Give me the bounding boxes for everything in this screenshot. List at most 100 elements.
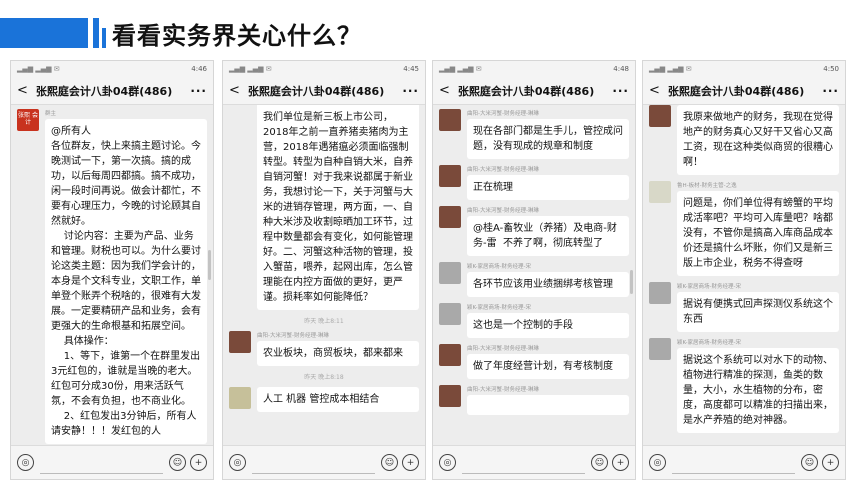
back-icon[interactable]: <: [17, 83, 28, 98]
voice-icon[interactable]: ◎: [229, 454, 246, 471]
slide-title: 看看实务界关心什么？: [112, 22, 362, 50]
more-icon[interactable]: ···: [190, 84, 207, 98]
message-input[interactable]: [252, 452, 375, 474]
voice-icon[interactable]: ◎: [17, 454, 34, 471]
chat-message: 曲阳-大米河蟹-财务经理-琳琳农业板块，商贸板块，都来都来: [229, 331, 419, 366]
message-input[interactable]: [462, 452, 585, 474]
avatar[interactable]: [229, 387, 251, 409]
message-bubble[interactable]: 据说这个系统可以对水下的动物、植物进行精准的探测，鱼类的数量，大小，水生植物的分…: [677, 348, 839, 433]
message-bubble[interactable]: 据说有便携式回声探测仪系统这个东西: [677, 292, 839, 332]
chat-message: 鲁H-板材-财务主管-之逸问题是，你们单位得有螃蟹的平均成活率吧？平均可入库量吧…: [649, 181, 839, 276]
sender-name: 曲阳-大米河蟹-财务经理-琳琳: [467, 208, 539, 214]
chat-messages[interactable]: 我原来做地产的财务，我现在觉得地产的财务真心又好干又省心又高工资，现在这种类似商…: [643, 101, 845, 445]
time-divider: 昨天 晚上8:11: [304, 318, 344, 325]
signal-icon: ▂▄▆ ▂▄▆ ✉: [17, 65, 60, 73]
chat-title: 张熙庭会计八卦04群(486): [35, 84, 173, 98]
status-time: 4:50: [823, 65, 839, 73]
chat-message: 颖K-家居商场-财务经理-宋 这也是一个控制的手段: [439, 303, 629, 338]
chat-message: 曲阳-大米河蟹-财务经理-琳琳: [439, 385, 629, 415]
message-bubble[interactable]: 现在各部门都是生手儿，管控成问题，没有现成的规章和制度: [467, 119, 629, 159]
message-bubble[interactable]: 农业板块，商贸板块，都来都来: [257, 341, 419, 366]
message-bubble[interactable]: 我们单位是新三板上市公司，2018年之前一直养猪卖猪肉为主营，2018年遇猪瘟必…: [257, 105, 419, 310]
back-icon[interactable]: <: [439, 83, 450, 98]
plus-icon[interactable]: +: [612, 454, 629, 471]
chat-message: 曲阳-大米河蟹-财务经理-琳琳现在各部门都是生手儿，管控成问题，没有现成的规章和…: [439, 109, 629, 159]
avatar[interactable]: 张熙 会计: [17, 109, 39, 131]
plus-icon[interactable]: +: [190, 454, 207, 471]
more-icon[interactable]: ···: [402, 84, 419, 98]
emoji-icon[interactable]: ☺: [591, 454, 608, 471]
message-bubble[interactable]: 各环节应该用业绩捆绑考核管理: [467, 272, 629, 297]
message-bubble[interactable]: 我原来做地产的财务，我现在觉得地产的财务真心又好干又省心又高工资，现在这种类似商…: [677, 105, 839, 175]
message-input[interactable]: [672, 452, 795, 474]
message-bubble[interactable]: 问题是，你们单位得有螃蟹的平均成活率吧？平均可入库量吧？啥都没有，不管你是搞高入…: [677, 191, 839, 276]
avatar[interactable]: [439, 109, 461, 131]
sender-name: 曲阳-大米河蟹-财务经理-琳琳: [467, 387, 539, 393]
status-bar: ▂▄▆ ▂▄▆ ✉ 4:45: [223, 61, 425, 77]
avatar[interactable]: [439, 165, 461, 187]
title-accent-bar: [0, 18, 88, 48]
avatar[interactable]: [439, 303, 461, 325]
avatar[interactable]: [439, 385, 461, 407]
chat-messages[interactable]: 曲阳-大米河蟹-财务经理-琳琳现在各部门都是生手儿，管控成问题，没有现成的规章和…: [433, 105, 635, 445]
status-bar: ▂▄▆ ▂▄▆ ✉ 4:50: [643, 61, 845, 77]
avatar[interactable]: [649, 181, 671, 203]
message-bubble[interactable]: 这也是一个控制的手段: [467, 313, 629, 338]
more-icon[interactable]: ···: [822, 84, 839, 98]
phone-screenshot: ▂▄▆ ▂▄▆ ✉ 4:45 < 张熙庭会计八卦04群(486) ··· 我们单…: [222, 60, 426, 480]
status-time: 4:45: [403, 65, 419, 73]
avatar[interactable]: [439, 206, 461, 228]
avatar[interactable]: [649, 282, 671, 304]
chat-message: 颖K-家居商场-财务经理-宋 各环节应该用业绩捆绑考核管理: [439, 262, 629, 297]
message-bubble[interactable]: @所有人 各位群友，快上来搞主题讨论。今晚测试一下，第一次搞。搞的成功，以后每周…: [45, 119, 207, 444]
plus-icon[interactable]: +: [402, 454, 419, 471]
back-icon[interactable]: <: [649, 83, 660, 98]
avatar[interactable]: [649, 338, 671, 360]
sender-name: 颖K-家居商场-财务经理-宋: [677, 340, 741, 346]
chat-messages[interactable]: 我们单位是新三板上市公司，2018年之前一直养猪卖猪肉为主营，2018年遇猪瘟必…: [223, 101, 425, 445]
input-bar: ◎ ☺ +: [11, 445, 213, 479]
sender-name: 鲁H-板材-财务主管-之逸: [677, 183, 737, 189]
sender-name: 群主: [45, 111, 57, 117]
message-bubble[interactable]: [467, 395, 629, 415]
chat-title: 张熙庭会计八卦04群(486): [247, 84, 385, 98]
phone-screenshot: ▂▄▆ ▂▄▆ ✉ 4:50 < 张熙庭会计八卦04群(486) ··· 我原来…: [642, 60, 846, 480]
emoji-icon[interactable]: ☺: [801, 454, 818, 471]
avatar[interactable]: [649, 105, 671, 127]
plus-icon[interactable]: +: [822, 454, 839, 471]
voice-icon[interactable]: ◎: [439, 454, 456, 471]
message-bubble[interactable]: 做了年度经营计划，有考核制度: [467, 354, 629, 379]
scrollbar[interactable]: [208, 250, 211, 280]
phone-screenshot: ▂▄▆ ▂▄▆ ✉ 4:46 < 张熙庭会计八卦04群(486) ··· 张熙 …: [10, 60, 214, 480]
chat-messages[interactable]: 张熙 会计 群主 @所有人 各位群友，快上来搞主题讨论。今晚测试一下，第一次搞。搞的…: [11, 105, 213, 445]
chat-message: 张熙 会计 群主 @所有人 各位群友，快上来搞主题讨论。今晚测试一下，第一次搞。搞的…: [17, 109, 207, 444]
phone-screenshot: ▂▄▆ ▂▄▆ ✉ 4:48 < 张熙庭会计八卦04群(486) ··· 曲阳-…: [432, 60, 636, 480]
more-icon[interactable]: ···: [612, 84, 629, 98]
back-icon[interactable]: <: [229, 83, 240, 98]
emoji-icon[interactable]: ☺: [381, 454, 398, 471]
chat-message: 我们单位是新三板上市公司，2018年之前一直养猪卖猪肉为主营，2018年遇猪瘟必…: [229, 105, 419, 310]
sender-name: 颖K-家居商场-财务经理-宋: [677, 284, 741, 290]
message-bubble[interactable]: 正在梳理: [467, 175, 629, 200]
chat-title: 张熙庭会计八卦04群(486): [667, 84, 805, 98]
scrollbar[interactable]: [630, 270, 633, 294]
chat-message: 曲阳-大米河蟹-财务经理-琳琳做了年度经营计划，有考核制度: [439, 344, 629, 379]
voice-icon[interactable]: ◎: [649, 454, 666, 471]
message-bubble[interactable]: 人工 机器 管控成本相结合: [257, 387, 419, 412]
avatar[interactable]: [439, 262, 461, 284]
signal-icon: ▂▄▆ ▂▄▆ ✉: [229, 65, 272, 73]
avatar[interactable]: [439, 344, 461, 366]
sender-name: 曲阳-大米河蟹-财务经理-琳琳: [467, 111, 539, 117]
sender-name: 曲阳-大米河蟹-财务经理-琳琳: [467, 346, 539, 352]
avatar[interactable]: [229, 331, 251, 353]
emoji-icon[interactable]: ☺: [169, 454, 186, 471]
chat-message: 曲阳-大米河蟹-财务经理-琳琳 @桂A-畜牧业（养猪）及电商-财务-雷 不养了啊，…: [439, 206, 629, 256]
title-accent-tick: [93, 18, 99, 48]
status-time: 4:46: [191, 65, 207, 73]
message-bubble[interactable]: @桂A-畜牧业（养猪）及电商-财务-雷 不养了啊，彻底转型了: [467, 216, 629, 256]
signal-icon: ▂▄▆ ▂▄▆ ✉: [439, 65, 482, 73]
sender-name: 曲阳-大米河蟹-财务经理-琳琳: [257, 333, 329, 339]
time-divider: 昨天 晚上8:18: [304, 374, 344, 381]
title-accent-tick-small: [102, 28, 106, 48]
message-input[interactable]: [40, 452, 163, 474]
